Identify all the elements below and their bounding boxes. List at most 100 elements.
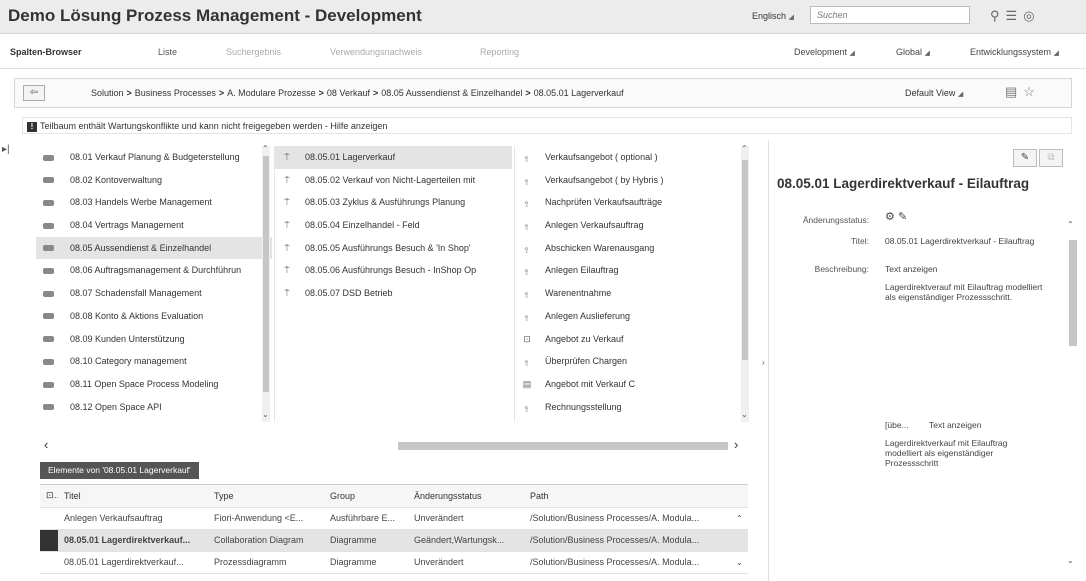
column-header-type[interactable]: Type [208,485,324,508]
scroll-thumb[interactable] [1069,240,1077,346]
table-scroll-cell [734,529,748,552]
tab-suchergebnis[interactable]: Suchergebnis [226,47,281,57]
list-item-label: Überprüfen Chargen [545,356,628,367]
list-item[interactable]: ⍚ Warenentnahme [515,282,754,305]
list-item-label: Warenentnahme [545,288,612,299]
list-item[interactable]: ⍚ Anlegen Verkaufsauftrag [515,214,754,237]
breadcrumb-item[interactable]: Business Processes [135,88,216,98]
table-scroll-up-icon[interactable]: ⌃ [734,507,748,530]
list-item[interactable]: 08.03 Handels Werbe Management [36,191,272,214]
scroll-thumb[interactable] [742,160,748,360]
breadcrumb-item[interactable]: A. Modulare Prozesse [227,88,316,98]
system-selector[interactable]: Entwicklungssystem ◢ [970,47,1059,57]
list-item[interactable]: ⍑ 08.05.05 Ausführungs Besuch & 'In Shop' [275,237,512,260]
row-marker [40,529,58,552]
table-cell: Unverändert [408,551,524,574]
column-header-group[interactable]: Group [324,485,408,508]
list-item[interactable]: 08.04 Vertrags Management [36,214,272,237]
breadcrumb-item[interactable]: 08.05 Aussendienst & Einzelhandel [381,88,522,98]
language-selector[interactable]: Englisch ◢ [752,11,794,21]
breadcrumb-item[interactable]: Solution [91,88,124,98]
list-item[interactable]: ⍚ Rechnungsstellung [515,396,754,419]
scroll-up-icon[interactable]: ⌃ [262,144,269,153]
binoculars-icon[interactable]: ⚲ [990,8,1006,23]
edit-pencil-button[interactable]: ✎ [1013,149,1037,167]
list-item[interactable]: ▤ Angebot mit Verkauf C [515,373,754,396]
list-item[interactable]: 08.10 Category management [36,350,272,373]
table-scroll-down-icon[interactable]: ⌄ [734,551,748,574]
detail-scrollbar[interactable]: ⌃ ⌄ [1065,220,1079,580]
list-item[interactable]: 08.09 Kunden Unterstützung [36,328,272,351]
panel-splitter-icon[interactable]: › [762,358,765,367]
list-item[interactable]: 08.01 Verkauf Planung & Budgeterstellung [36,146,272,169]
table-row[interactable]: 08.05.01 Lagerdirektverkauf... Collaborat… [40,529,748,552]
secondary-show-text-link[interactable]: Text anzeigen [929,420,981,430]
column-header-titel[interactable]: Titel [58,485,208,508]
list-item-label: 08.05.01 Lagerverkauf [305,152,396,162]
scroll-left-icon[interactable]: ‹ [44,437,48,452]
search-input[interactable]: Suchen [810,6,970,24]
scroll-up-icon[interactable]: ⌃ [1067,220,1074,229]
elements-tab[interactable]: Elemente von '08.05.01 Lagerverkauf' [40,462,199,479]
list-item[interactable]: 08.07 Schadensfall Management [36,282,272,305]
breadcrumb-item[interactable]: 08.05.01 Lagerverkauf [534,88,624,98]
list-item[interactable]: ⊡ Angebot zu Verkauf [515,328,754,351]
tab-spalten-browser[interactable]: Spalten-Browser [10,47,82,57]
scroll-down-icon[interactable]: ⌄ [741,410,748,419]
list-item[interactable]: ⍚ Nachprüfen Verkaufsaufträge [515,191,754,214]
table-row[interactable]: Anlegen Verkaufsauftrag Fiori-Anwendung <… [40,507,748,530]
back-button[interactable]: ⇦ [23,85,45,101]
column-3-scrollbar[interactable]: ⌃ ⌄ [741,144,749,422]
list-item[interactable]: 08.08 Konto & Aktions Evaluation [36,305,272,328]
show-text-link[interactable]: Text anzeigen [885,264,1055,274]
list-item[interactable]: 08.12 Open Space API [36,396,272,419]
tab-reporting[interactable]: Reporting [480,47,519,57]
open-external-button[interactable]: ⧉ [1039,149,1063,167]
tab-verwendungsnachweis[interactable]: Verwendungsnachweis [330,47,422,57]
list-item[interactable]: 08.06 Auftragsmanagement & Durchführun [36,259,272,282]
scroll-down-icon[interactable]: ⌄ [262,410,269,419]
list-item[interactable]: ⍑ 08.05.01 Lagerverkauf [275,146,512,169]
scroll-right-icon[interactable]: › [734,437,738,452]
list-item[interactable]: 08.02 Kontoverwaltung [36,169,272,192]
list-item[interactable]: ⍑ 08.05.07 DSD Betrieb [275,282,512,305]
scroll-down-icon[interactable]: ⌄ [1067,556,1074,565]
list-item[interactable]: ⍚ Verkaufsangebot ( by Hybris ) [515,169,754,192]
list-item[interactable]: ⍚ Überprüfen Chargen [515,350,754,373]
list-item[interactable]: ⍑ 08.05.04 Einzelhandel - Feld [275,214,512,237]
description-value: Lagerdirektverauf mit Eilauftrag modelli… [885,282,1043,302]
breadcrumb-item[interactable]: 08 Verkauf [327,88,370,98]
column-1-scrollbar[interactable]: ⌃ ⌄ [262,144,270,422]
list-item[interactable]: ⍑ 08.05.03 Zyklus & Ausführungs Planung [275,191,512,214]
list-item-label: 08.11 Open Space Process Modeling [70,378,219,389]
branch-selector[interactable]: Development ◢ [794,47,855,57]
scope-selector[interactable]: Global ◢ [896,47,930,57]
column-header-status[interactable]: Änderungsstatus [408,485,524,508]
maintenance-warning[interactable]: ! Teilbaum enthält Wartungskonflikte und … [22,117,1072,134]
list-item[interactable]: ⍚ Anlegen Eilauftrag [515,259,754,282]
list-item[interactable]: ⍑ 08.05.06 Ausführungs Besuch - InShop Op [275,259,512,282]
list-item[interactable]: ⍚ Abschicken Warenausgang [515,237,754,260]
table-row[interactable]: 08.05.01 Lagerdirektverkauf... Prozessdia… [40,551,748,574]
document-icon[interactable]: ▤ [1005,84,1023,99]
list-item[interactable]: 08.05 Aussendienst & Einzelhandel [36,236,272,260]
collapse-panel-icon[interactable]: ▸| [2,144,10,155]
favorite-star-icon[interactable]: ☆ [1023,84,1041,99]
tab-liste[interactable]: Liste [158,47,177,57]
default-view-selector[interactable]: Default View ◢ [905,88,963,98]
list-item[interactable]: ⍚ Verkaufsangebot ( optional ) [515,146,754,169]
list-item[interactable]: ⍚ Anlegen Auslieferung [515,305,754,328]
scroll-up-icon[interactable]: ⌃ [741,144,748,153]
help-icon[interactable]: ◎ [1023,8,1040,23]
table-cell: Ausführbare E... [324,507,408,530]
column-settings-icon[interactable]: ⊡ [40,485,58,508]
list-item-label: 08.07 Schadensfall Management [70,288,202,299]
menu-icon[interactable]: ☰ [1006,8,1024,23]
column-header-path[interactable]: Path [524,485,734,508]
scroll-thumb[interactable] [398,442,728,450]
columns-horizontal-scrollbar[interactable]: ‹ › [36,437,750,453]
list-item[interactable]: 08.11 Open Space Process Modeling [36,373,272,396]
table-cell: Collaboration Diagram [208,529,324,552]
scroll-thumb[interactable] [263,156,269,392]
list-item[interactable]: ⍑ 08.05.02 Verkauf von Nicht-Lagerteilen … [275,169,512,192]
